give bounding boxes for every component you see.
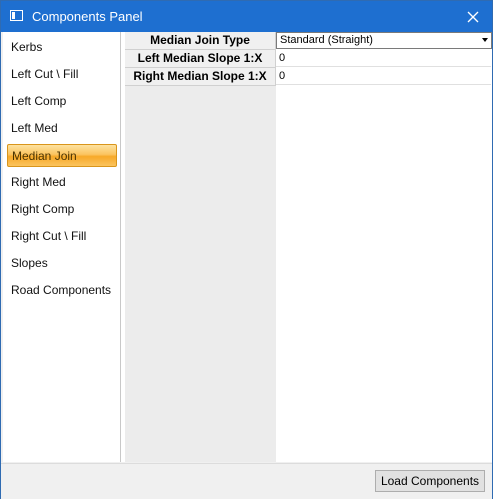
footer-bar: Load Components	[1, 463, 492, 499]
sidebar-item-right-comp[interactable]: Right Comp	[7, 198, 117, 221]
sidebar-item-road-components[interactable]: Road Components	[7, 279, 117, 302]
sidebar-item-right-med[interactable]: Right Med	[7, 171, 117, 194]
sidebar-item-median-join[interactable]: Median Join	[7, 144, 117, 167]
property-label: Right Median Slope 1:X	[125, 68, 276, 86]
sidebar-item-left-cut-fill[interactable]: Left Cut \ Fill	[7, 63, 117, 86]
title-bar[interactable]: Components Panel	[1, 1, 492, 32]
left-median-slope-field[interactable]: 0	[276, 50, 491, 67]
chevron-down-icon[interactable]	[482, 38, 488, 42]
property-grid: Median Join Type Standard (Straight) Lef…	[121, 32, 492, 462]
components-panel-window: Components Panel Kerbs Left Cut \ Fill L…	[0, 0, 493, 499]
property-row-right-median-slope: Right Median Slope 1:X 0	[125, 68, 492, 86]
sidebar-item-right-cut-fill[interactable]: Right Cut \ Fill	[7, 225, 117, 248]
property-label: Median Join Type	[125, 32, 276, 50]
property-row-median-join-type: Median Join Type Standard (Straight)	[125, 32, 492, 50]
close-icon	[467, 11, 479, 22]
property-label: Left Median Slope 1:X	[125, 50, 276, 68]
median-join-type-dropdown[interactable]: Standard (Straight)	[276, 32, 492, 49]
window-app-icon	[10, 10, 23, 21]
label-column	[125, 32, 276, 462]
window-title: Components Panel	[32, 9, 143, 24]
dropdown-value: Standard (Straight)	[280, 34, 373, 46]
right-median-slope-field[interactable]: 0	[276, 68, 491, 85]
property-row-left-median-slope: Left Median Slope 1:X 0	[125, 50, 492, 68]
sidebar-item-slopes[interactable]: Slopes	[7, 252, 117, 275]
sidebar-item-kerbs[interactable]: Kerbs	[7, 36, 117, 59]
load-components-button[interactable]: Load Components	[375, 470, 485, 492]
close-button[interactable]	[454, 1, 492, 32]
sidebar-item-left-med[interactable]: Left Med	[7, 117, 117, 140]
sidebar-item-left-comp[interactable]: Left Comp	[7, 90, 117, 113]
component-list: Kerbs Left Cut \ Fill Left Comp Left Med…	[3, 32, 121, 462]
